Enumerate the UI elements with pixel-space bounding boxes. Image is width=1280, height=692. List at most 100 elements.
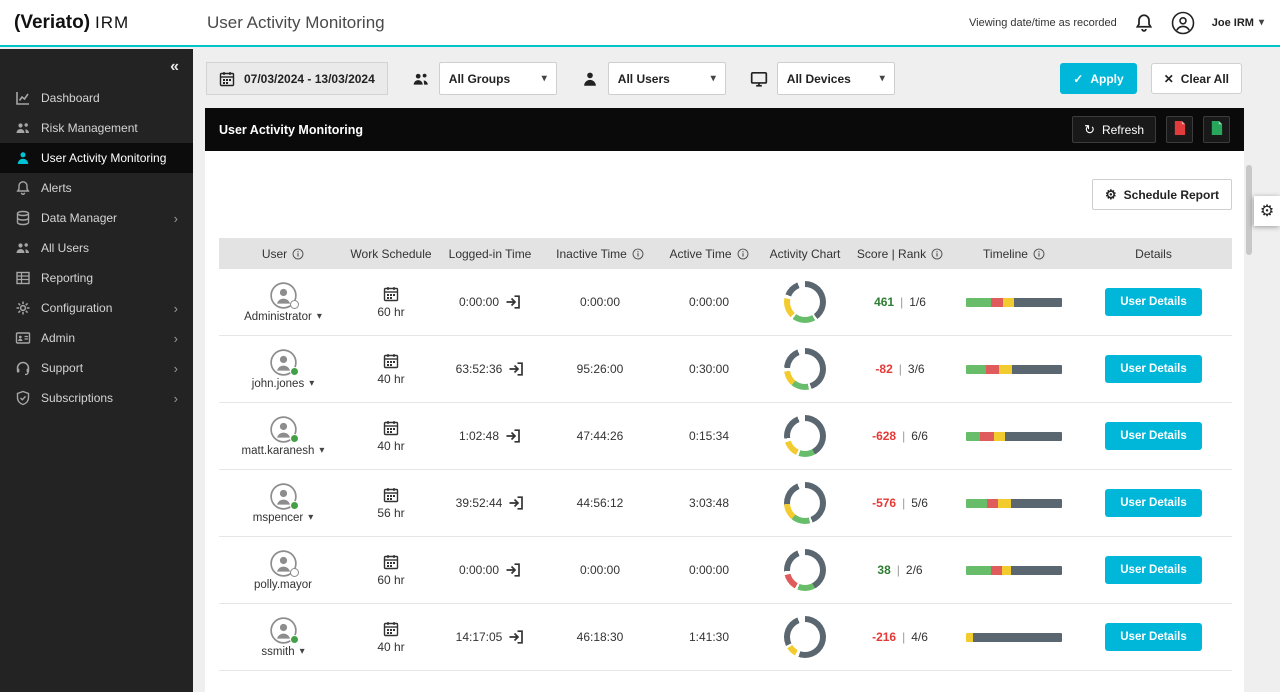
user-name[interactable]: polly.mayor bbox=[254, 579, 312, 591]
users-select-value: All Users bbox=[617, 71, 670, 86]
sidebar-item-label: Alerts bbox=[41, 181, 72, 195]
user-details-button[interactable]: User Details bbox=[1105, 489, 1202, 517]
sidebar-item-admin[interactable]: Admin › bbox=[0, 323, 193, 353]
work-schedule-cell: 56 hr bbox=[347, 487, 435, 520]
activity-table: User Work Schedule Logged-in Time Inactive … bbox=[219, 238, 1232, 671]
schedule-report-button[interactable]: ⚙ Schedule Report bbox=[1091, 179, 1232, 210]
apply-button[interactable]: ✓ Apply bbox=[1060, 63, 1137, 94]
clear-all-button[interactable]: ✕ Clear All bbox=[1150, 63, 1242, 94]
notifications-bell-icon[interactable] bbox=[1134, 13, 1154, 33]
timeline-cell bbox=[953, 297, 1075, 307]
timeline-bar bbox=[966, 565, 1062, 575]
all-users-icon bbox=[15, 240, 31, 256]
sidebar-item-all-users[interactable]: All Users bbox=[0, 233, 193, 263]
score-rank-cell: 461 | 1/6 bbox=[874, 295, 926, 309]
user-details-button[interactable]: User Details bbox=[1105, 422, 1202, 450]
sidebar-item-alerts[interactable]: Alerts bbox=[0, 173, 193, 203]
panel-title: User Activity Monitoring bbox=[219, 122, 363, 137]
groups-select[interactable]: All Groups ▾ bbox=[438, 62, 557, 95]
users-select[interactable]: All Users ▾ bbox=[607, 62, 726, 95]
sidebar-menu: Dashboard Risk Management User Activity Mo… bbox=[0, 83, 193, 413]
sidebar-item-label: Subscriptions bbox=[41, 391, 114, 405]
chevron-right-icon: › bbox=[173, 210, 178, 226]
user-details-button[interactable]: User Details bbox=[1105, 355, 1202, 383]
activity-chart-cell bbox=[763, 549, 847, 591]
score-value: -216 bbox=[872, 630, 897, 644]
refresh-button[interactable]: ↻ Refresh bbox=[1072, 116, 1156, 143]
score-value: 38 bbox=[877, 563, 891, 577]
sidebar-item-user-activity-monitoring[interactable]: User Activity Monitoring bbox=[0, 143, 193, 173]
date-range-picker[interactable]: 07/03/2024 - 13/03/2024 bbox=[206, 62, 388, 95]
scrollbar-thumb[interactable] bbox=[1246, 165, 1252, 255]
sidebar-item-data-manager[interactable]: Data Manager › bbox=[0, 203, 193, 233]
activity-donut-chart bbox=[784, 348, 826, 390]
sidebar-item-subscriptions[interactable]: Subscriptions › bbox=[0, 383, 193, 413]
timeline-bar bbox=[966, 364, 1062, 374]
user-details-button[interactable]: User Details bbox=[1105, 556, 1202, 584]
active-time-cell: 0:30:00 bbox=[688, 362, 730, 376]
sidebar-item-label: Support bbox=[41, 361, 84, 375]
timeline-cell bbox=[953, 498, 1075, 508]
devices-select[interactable]: All Devices ▾ bbox=[776, 62, 895, 95]
status-dot bbox=[289, 500, 299, 510]
dashboard-icon bbox=[15, 90, 31, 106]
settings-flyout-button[interactable]: ⚙ bbox=[1254, 196, 1280, 226]
user-name[interactable]: ssmith ▾ bbox=[261, 646, 304, 658]
account-avatar-icon[interactable] bbox=[1171, 11, 1195, 35]
details-cell: User Details bbox=[1075, 556, 1232, 584]
user-menu[interactable]: Joe IRM ▾ bbox=[1212, 17, 1264, 29]
timeline-segment bbox=[998, 364, 1013, 374]
timeline-segment bbox=[972, 632, 1062, 642]
user-name[interactable]: mspencer ▾ bbox=[253, 512, 314, 524]
sidebar-item-dashboard[interactable]: Dashboard bbox=[0, 83, 193, 113]
timeline-bar bbox=[966, 632, 1062, 642]
apply-label: Apply bbox=[1090, 71, 1124, 86]
user-name[interactable]: Administrator ▾ bbox=[244, 311, 322, 323]
activity-donut-chart bbox=[784, 549, 826, 591]
export-excel-button[interactable] bbox=[1203, 116, 1230, 143]
user-name[interactable]: john.jones ▾ bbox=[252, 378, 314, 390]
clear-all-label: Clear All bbox=[1180, 71, 1229, 86]
activity-donut-chart bbox=[784, 281, 826, 323]
timeline-bar bbox=[966, 297, 1062, 307]
user-details-button[interactable]: User Details bbox=[1105, 288, 1202, 316]
column-header: Work Schedule bbox=[350, 246, 432, 261]
groups-icon bbox=[412, 70, 430, 88]
calendar-icon bbox=[219, 71, 235, 87]
login-icon bbox=[508, 495, 524, 511]
topbar-right: Viewing date/time as recorded Joe IRM ▾ bbox=[969, 11, 1280, 35]
table-row: ssmith ▾ 40 hr 14:17:05 46:18:30 1:41:30 -216 |… bbox=[219, 604, 1232, 671]
active-time-cell: 0:00:00 bbox=[688, 295, 730, 309]
details-cell: User Details bbox=[1075, 288, 1232, 316]
rank-value: 1/6 bbox=[909, 295, 926, 309]
logo-secondary: IRM bbox=[95, 12, 130, 32]
column-header: Timeline bbox=[953, 247, 1075, 261]
export-pdf-button[interactable] bbox=[1166, 116, 1193, 143]
sidebar-item-configuration[interactable]: Configuration › bbox=[0, 293, 193, 323]
sidebar-collapse-button[interactable]: « bbox=[0, 49, 193, 83]
user-name[interactable]: matt.karanesh ▾ bbox=[242, 445, 325, 457]
panel-actions: ↻ Refresh bbox=[1072, 116, 1230, 143]
activity-donut-chart bbox=[784, 415, 826, 457]
sidebar-item-reporting[interactable]: Reporting bbox=[0, 263, 193, 293]
work-schedule-cell: 40 hr bbox=[347, 420, 435, 453]
sidebar-item-label: Dashboard bbox=[41, 91, 100, 105]
score-value: -576 bbox=[872, 496, 897, 510]
user-details-button[interactable]: User Details bbox=[1105, 623, 1202, 651]
sidebar-item-support[interactable]: Support › bbox=[0, 353, 193, 383]
caret-down-icon: ▾ bbox=[299, 646, 305, 657]
timeline-segment bbox=[1011, 498, 1062, 508]
user-cell: mspencer ▾ bbox=[219, 482, 347, 524]
score-rank-cell: -82 | 3/6 bbox=[875, 362, 925, 376]
date-range-value: 07/03/2024 - 13/03/2024 bbox=[244, 71, 375, 86]
sidebar: « Dashboard Risk Management User Activity … bbox=[0, 49, 193, 692]
sidebar-item-risk-management[interactable]: Risk Management bbox=[0, 113, 193, 143]
timeline-segment bbox=[1013, 297, 1062, 307]
inactive-time-cell: 0:00:00 bbox=[579, 295, 621, 309]
timeline-bar bbox=[966, 431, 1062, 441]
devices-filter: All Devices ▾ bbox=[750, 62, 895, 95]
login-icon bbox=[505, 294, 521, 310]
groups-select-value: All Groups bbox=[448, 71, 511, 86]
timeline-segment bbox=[1012, 364, 1062, 374]
user-avatar-icon bbox=[269, 482, 299, 510]
